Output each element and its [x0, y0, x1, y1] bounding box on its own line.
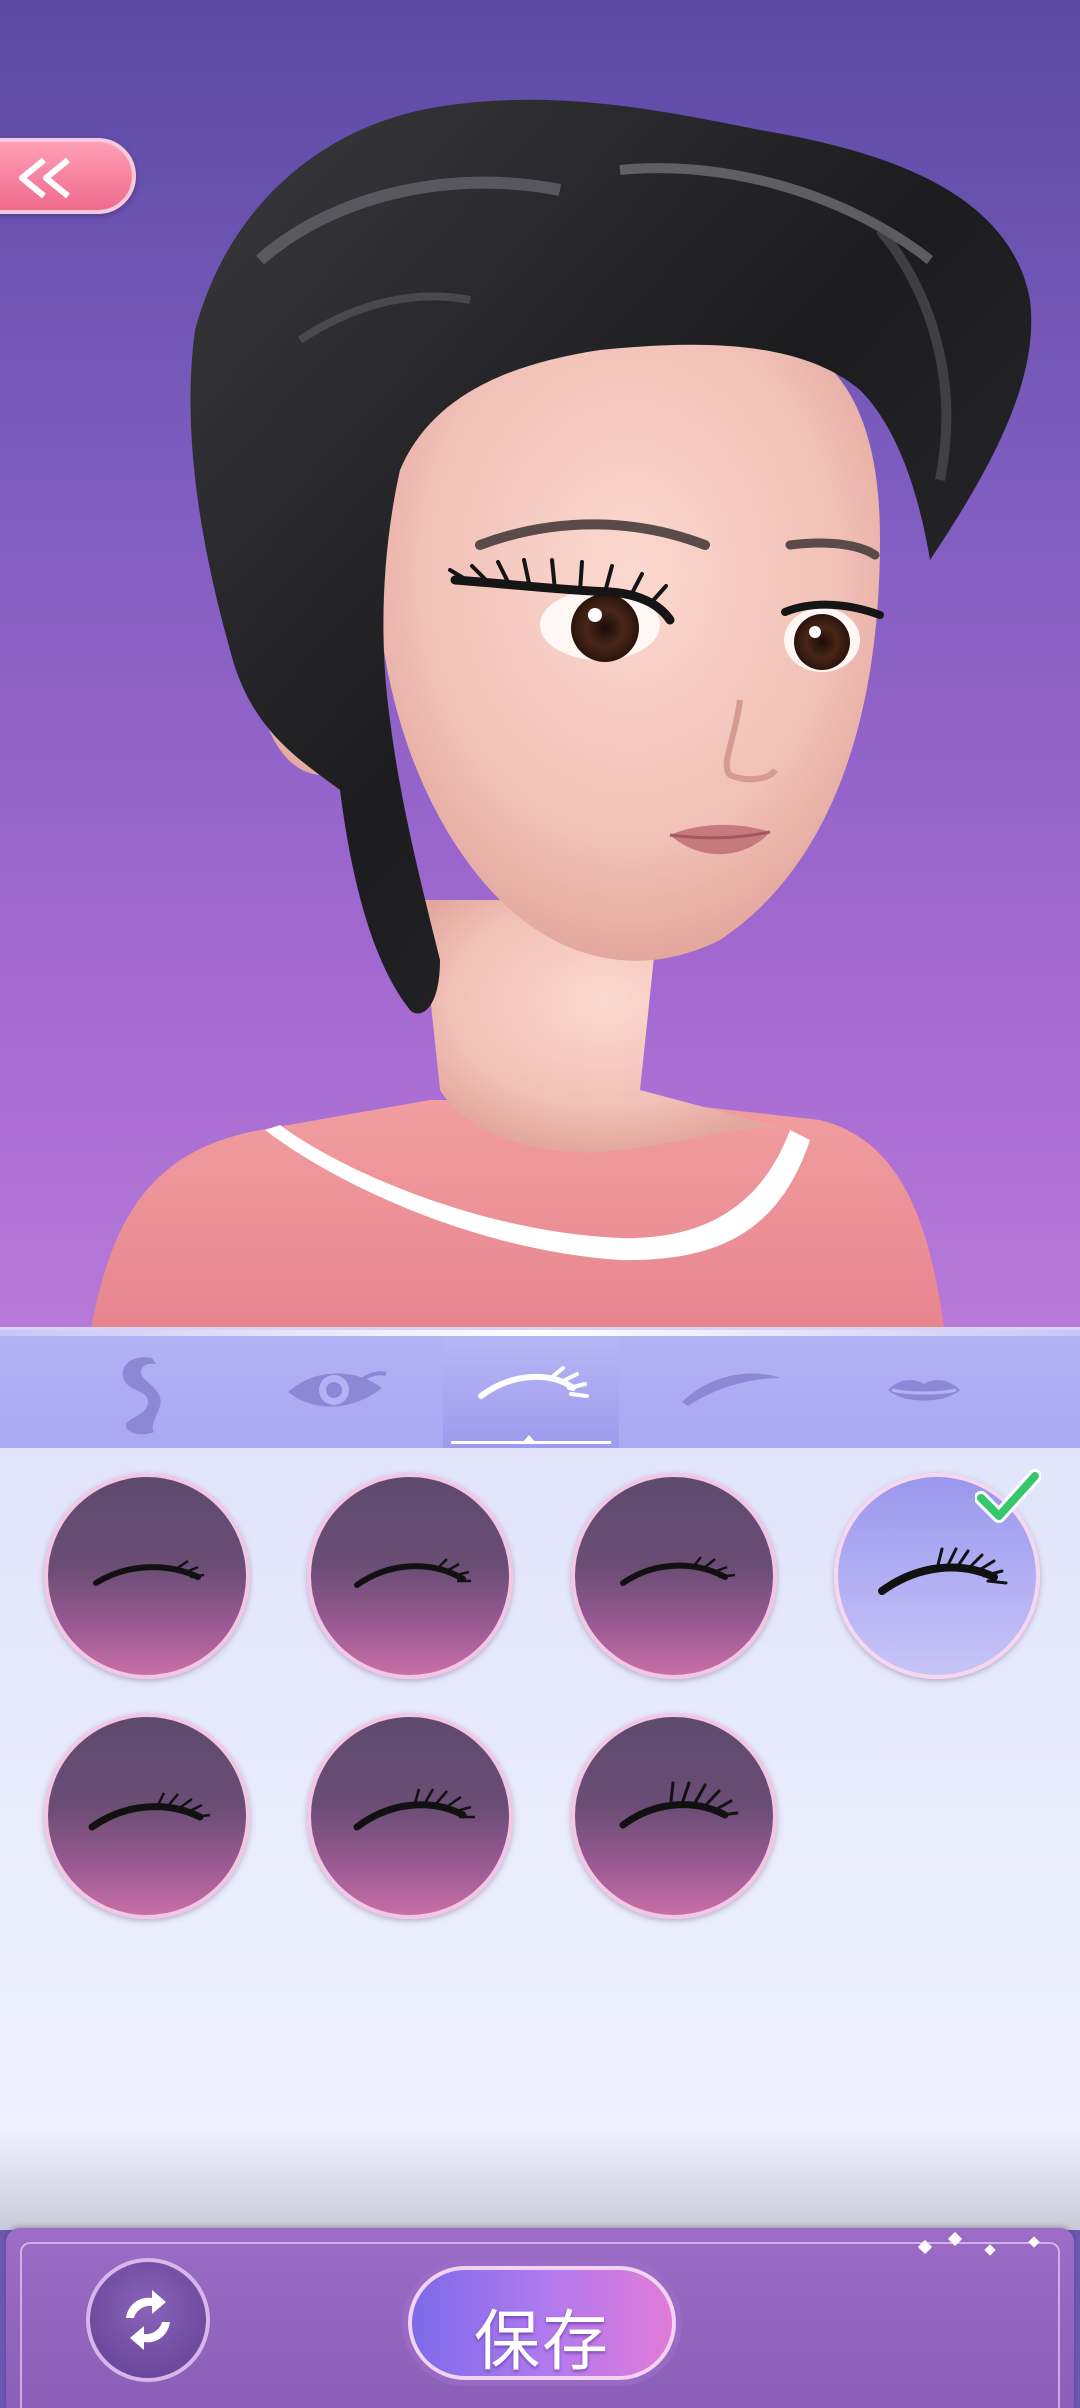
tab-eyes[interactable]: [244, 1336, 420, 1448]
eyelash-option-1[interactable]: [44, 1473, 250, 1679]
tab-eyebrows[interactable]: [640, 1336, 816, 1448]
character-preview[interactable]: [0, 0, 1080, 1335]
eyelash-icon: [478, 1366, 589, 1399]
eyelash-style-icon: [93, 1559, 205, 1586]
eyelash-style-icon: [88, 1792, 211, 1831]
save-button-label: 保存: [474, 2303, 610, 2380]
hair-icon: [122, 1357, 161, 1435]
eye-icon: [288, 1371, 387, 1407]
active-tab-indicator: [523, 1435, 535, 1442]
refresh-icon: [126, 2290, 170, 2350]
eyelash-option-3[interactable]: [571, 1473, 777, 1679]
eyelash-style-icon: [620, 1556, 736, 1586]
eyelash-style-icon: [619, 1781, 739, 1829]
customization-panel: [0, 1330, 1080, 2230]
eyelash-option-6[interactable]: [307, 1713, 513, 1919]
eyebrow-icon: [682, 1373, 780, 1406]
save-button[interactable]: 保存: [408, 2266, 676, 2380]
reset-button[interactable]: [86, 2258, 210, 2382]
panel-fade: [0, 2130, 1080, 2230]
tab-hair[interactable]: [52, 1336, 228, 1448]
double-chevron-left-icon: [19, 157, 70, 199]
eyelash-option-5[interactable]: [44, 1713, 250, 1919]
eyelash-option-2[interactable]: [307, 1473, 513, 1679]
category-tabs: [0, 1336, 1080, 1448]
selected-check-icon: [975, 1469, 1041, 1523]
eyelash-style-icon: [354, 1558, 471, 1588]
tab-eyelashes[interactable]: [443, 1336, 619, 1448]
tab-lips[interactable]: [836, 1336, 1012, 1448]
lips-icon: [888, 1380, 960, 1401]
back-button[interactable]: [0, 138, 136, 214]
eyelash-option-7[interactable]: [571, 1713, 777, 1919]
bottom-action-bar: 保存: [6, 2228, 1074, 2408]
character-avatar: [0, 99, 1080, 1335]
eyelash-style-icon: [353, 1788, 475, 1831]
